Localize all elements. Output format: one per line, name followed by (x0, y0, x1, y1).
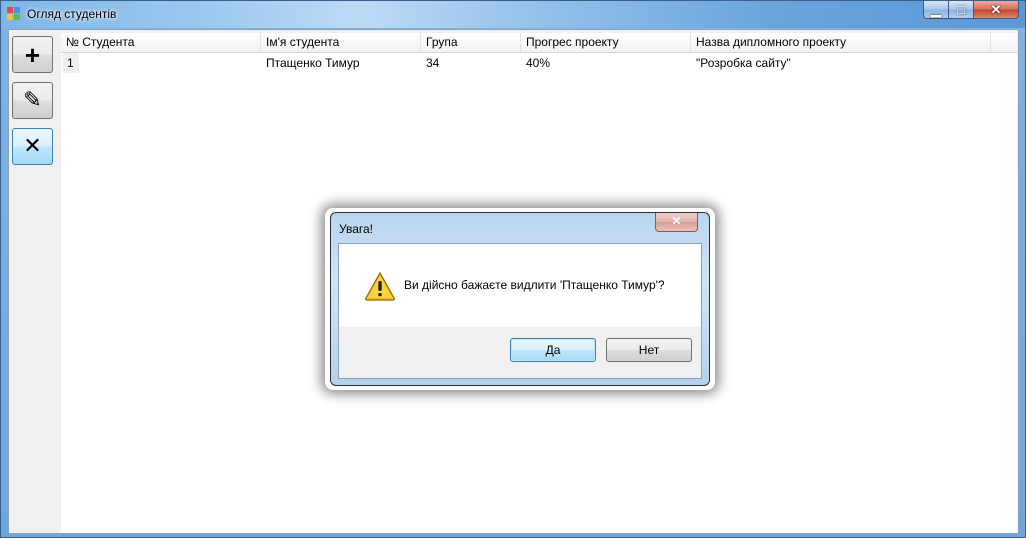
plus-icon: + (24, 39, 41, 70)
dialog-title: Увага! (339, 222, 373, 236)
column-header-student-name[interactable]: Ім'я студента (261, 33, 421, 52)
close-icon: ✕ (671, 214, 682, 228)
title-bar[interactable]: Огляд студентів ▁ □ ✕ (1, 1, 1025, 28)
app-icon (7, 7, 21, 21)
cell-group[interactable]: 34 (421, 53, 521, 73)
cell-student-name[interactable]: Птащенко Тимур (261, 53, 421, 73)
warning-icon (365, 271, 395, 301)
table-row[interactable]: 1 Птащенко Тимур 34 40% "Розробка сайту" (61, 53, 1017, 73)
delete-button[interactable]: ✕ (12, 128, 53, 165)
window-title: Огляд студентів (27, 7, 117, 21)
close-icon: ✕ (990, 2, 1002, 17)
cell-progress[interactable]: 40% (521, 53, 691, 73)
dialog-close-button[interactable]: ✕ (655, 213, 698, 232)
add-button[interactable]: + (12, 36, 53, 73)
cell-student-number[interactable]: 1 (63, 53, 79, 73)
no-button[interactable]: Нет (606, 338, 692, 362)
minimize-icon: ▁ (931, 2, 941, 17)
close-button[interactable]: ✕ (973, 1, 1019, 19)
yes-button[interactable]: Да (510, 338, 596, 362)
column-header-progress[interactable]: Прогрес проекту (521, 33, 691, 52)
confirm-dialog: Увага! ✕ Ви дійсно бажаєте видлити 'Птащ… (330, 212, 710, 386)
pencil-icon: ✎ (23, 87, 42, 113)
dialog-message: Ви дійсно бажаєте видлити 'Птащенко Тиму… (404, 278, 665, 292)
cell-project-title[interactable]: "Розробка сайту" (691, 53, 991, 73)
column-header-project-title[interactable]: Назва дипломного проекту (691, 33, 991, 52)
minimize-button[interactable]: ▁ (923, 1, 949, 19)
dialog-footer: Да Нет (339, 327, 701, 378)
x-icon: ✕ (23, 133, 42, 159)
dialog-body: Ви дійсно бажаєте видлити 'Птащенко Тиму… (338, 243, 702, 379)
column-header-student-number[interactable]: № Студента (61, 33, 261, 52)
edit-button[interactable]: ✎ (12, 82, 53, 119)
maximize-button[interactable]: □ (948, 1, 974, 19)
column-header-group[interactable]: Група (421, 33, 521, 52)
grid-header: № Студента Ім'я студента Група Прогрес п… (61, 33, 1017, 53)
maximize-icon: □ (957, 2, 965, 17)
